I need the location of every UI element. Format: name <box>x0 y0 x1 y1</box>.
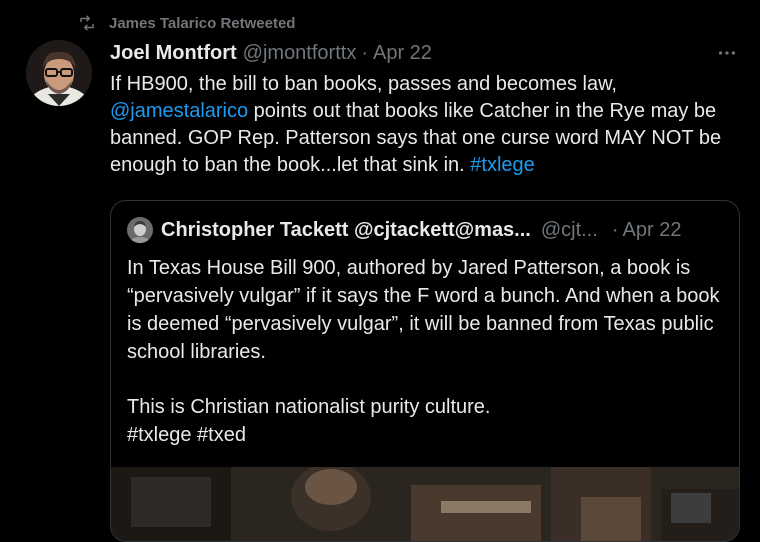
mention-link[interactable]: @jamestalarico <box>110 100 248 122</box>
quoted-tweet[interactable]: Christopher Tackett @cjtackett@mas... @c… <box>110 200 740 542</box>
avatar[interactable] <box>26 40 92 106</box>
quote-separator-dot: · <box>611 218 619 241</box>
retweet-icon <box>80 15 94 31</box>
quote-author-handle[interactable]: @cjt... <box>541 219 598 242</box>
author-handle[interactable]: @jmontforttx <box>243 42 357 65</box>
quote-media-image[interactable] <box>111 467 739 541</box>
separator-dot: · <box>361 42 368 64</box>
tweet-text-part1: If HB900, the bill to ban books, passes … <box>110 73 617 95</box>
retweet-label: James Talarico Retweeted <box>109 14 296 32</box>
quote-avatar[interactable] <box>127 217 153 243</box>
quote-text: In Texas House Bill 900, authored by Jar… <box>127 254 727 449</box>
quote-author-name[interactable]: Christopher Tackett @cjtackett@mas... <box>161 219 531 242</box>
quote-header: Christopher Tackett @cjtackett@mas... @c… <box>127 217 723 243</box>
author-name[interactable]: Joel Montfort <box>110 42 237 65</box>
more-horizontal-icon <box>718 51 736 55</box>
retweet-indicator[interactable]: James Talarico Retweeted <box>78 12 295 34</box>
quote-paragraph: This is Christian nationalist purity cul… <box>127 396 491 418</box>
tweet-text: If HB900, the bill to ban books, passes … <box>110 71 740 179</box>
tweet-header: Joel Montfort @jmontforttx · Apr 22 <box>110 42 432 65</box>
quote-paragraph: In Texas House Bill 900, authored by Jar… <box>127 257 720 363</box>
quote-hashtags[interactable]: #txlege #txed <box>127 421 727 449</box>
hashtag-link[interactable]: #txlege <box>470 154 535 176</box>
more-button[interactable] <box>714 40 740 66</box>
tweet-date[interactable]: Apr 22 <box>373 42 432 65</box>
quote-date[interactable]: Apr 22 <box>623 219 682 242</box>
